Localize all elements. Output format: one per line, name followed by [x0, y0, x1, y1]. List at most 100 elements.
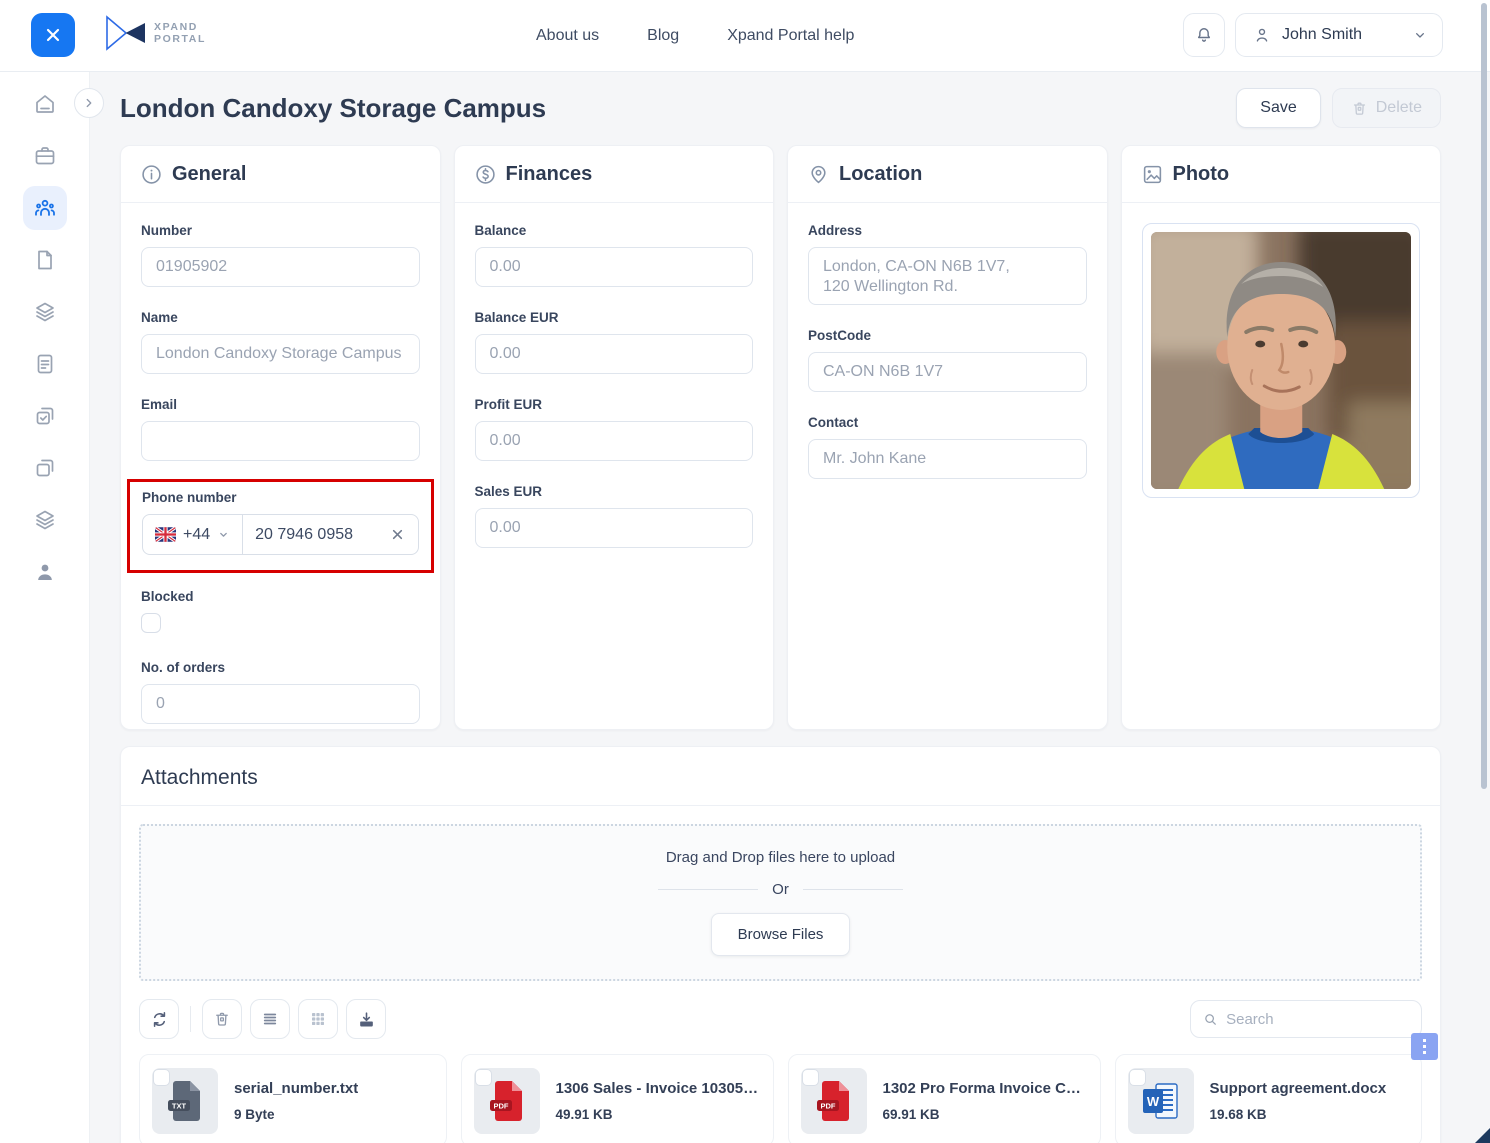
phone-number-field[interactable] — [243, 525, 385, 544]
sidebar-item-profile[interactable] — [23, 550, 67, 594]
general-panel: General Number Name Email — [120, 145, 441, 730]
topbar-right-controls: John Smith — [1183, 13, 1443, 57]
name-field[interactable] — [141, 334, 420, 374]
file-checkbox[interactable] — [801, 1068, 819, 1086]
file-card-txt[interactable]: TXT serial_number.txt 9 Byte — [139, 1054, 447, 1143]
drag-handle-kebab[interactable] — [1411, 1033, 1438, 1060]
nav-portal-help[interactable]: Xpand Portal help — [727, 27, 854, 45]
phone-input-group: +44 — [142, 514, 419, 555]
refresh-icon — [153, 1011, 165, 1027]
page-title: London Candoxy Storage Campus — [120, 92, 547, 123]
orders-field[interactable] — [141, 684, 420, 724]
file-checkbox[interactable] — [1128, 1068, 1146, 1086]
layers-icon — [35, 302, 54, 322]
svg-text:PDF: PDF — [820, 1101, 835, 1110]
bell-icon — [1197, 28, 1211, 42]
notifications-button[interactable] — [1183, 13, 1225, 57]
file-toolbar — [139, 999, 1422, 1039]
pdf-file-icon: PDF — [816, 1080, 849, 1121]
location-title: Location — [839, 162, 923, 185]
download-button[interactable] — [346, 999, 386, 1039]
file-checkbox[interactable] — [474, 1068, 492, 1086]
list-view-button[interactable] — [250, 999, 290, 1039]
title-row: London Candoxy Storage Campus Save Delet… — [120, 86, 1441, 130]
chevron-down-icon — [1416, 33, 1424, 38]
user-name: John Smith — [1282, 26, 1363, 43]
sidebar-item-document[interactable] — [23, 342, 67, 386]
file-dropzone[interactable]: Drag and Drop files here to upload Or Br… — [139, 824, 1422, 981]
content-area: London Candoxy Storage Campus Save Delet… — [90, 72, 1490, 1143]
email-label: Email — [141, 397, 178, 412]
sidebar-item-folders[interactable] — [23, 446, 67, 490]
profit-eur-field[interactable] — [474, 421, 753, 461]
svg-text:TXT: TXT — [172, 1101, 187, 1110]
search-input[interactable] — [1226, 1010, 1409, 1028]
save-button[interactable]: Save — [1236, 88, 1321, 128]
balance-eur-field[interactable] — [474, 334, 753, 374]
user-icon — [1256, 28, 1268, 42]
sidebar-expand-button[interactable] — [74, 88, 104, 118]
attachments-title: Attachments — [141, 766, 258, 789]
sales-eur-field[interactable] — [474, 508, 753, 548]
sidebar-item-briefcase[interactable] — [23, 134, 67, 178]
phone-highlight-box: Phone number +44 20 7946 0958 — [127, 479, 434, 573]
top-navigation: About us Blog Xpand Portal help — [536, 0, 854, 72]
file-card-pdf-2[interactable]: PDF 1302 Pro Forma Invoice CP0... 69.91 … — [787, 1054, 1101, 1143]
close-menu-button[interactable] — [31, 13, 75, 57]
svg-text:W: W — [1146, 1094, 1159, 1109]
browse-files-button[interactable]: Browse Files — [710, 913, 851, 956]
download-icon — [359, 1011, 373, 1027]
email-field[interactable] — [141, 421, 420, 461]
sidebar-item-stack[interactable] — [23, 498, 67, 542]
clear-phone-button[interactable] — [385, 526, 418, 543]
file-card-docx[interactable]: W Support agreement.docx 19.68 KB — [1114, 1054, 1422, 1143]
xpand-portal-logo[interactable]: XPAND PORTAL — [104, 14, 206, 52]
delete-button[interactable]: Delete — [1331, 88, 1441, 128]
file-size: 19.68 KB — [1209, 1106, 1267, 1122]
sidebar-item-customers[interactable] — [22, 186, 67, 230]
name-label: Name — [141, 310, 178, 325]
number-field[interactable] — [141, 247, 420, 287]
photo-title: Photo — [1172, 162, 1230, 185]
page-scrollbar[interactable] — [1481, 3, 1487, 789]
orders-label: No. of orders — [141, 660, 226, 675]
dollar-circle-icon — [475, 164, 495, 184]
file-name: 1302 Pro Forma Invoice CP0... — [882, 1079, 1088, 1097]
corner-widget — [1475, 1128, 1490, 1143]
file-checkbox[interactable] — [153, 1068, 170, 1086]
file-name: 1306 Sales - Invoice 103056 ... — [555, 1079, 761, 1097]
image-icon — [1143, 165, 1161, 183]
uk-flag-icon — [155, 527, 176, 542]
contact-field[interactable] — [808, 439, 1087, 479]
docx-file-icon: W — [1142, 1082, 1178, 1119]
nav-about-us[interactable]: About us — [536, 27, 599, 45]
photo-frame — [1141, 223, 1420, 498]
delete-files-button[interactable] — [202, 999, 242, 1039]
page-icon — [37, 250, 52, 270]
country-code-select[interactable]: +44 — [143, 515, 242, 554]
postcode-label: PostCode — [808, 328, 872, 343]
blocked-checkbox[interactable] — [141, 613, 161, 633]
file-name: Support agreement.docx — [1209, 1079, 1387, 1097]
postcode-field[interactable] — [808, 352, 1087, 392]
customer-photo[interactable] — [1150, 232, 1412, 489]
logo-text: XPAND PORTAL — [154, 21, 206, 45]
sidebar-item-layers[interactable] — [23, 290, 67, 334]
chevron-down-icon — [220, 532, 227, 537]
nav-blog[interactable]: Blog — [647, 27, 679, 45]
home-icon — [35, 95, 54, 113]
file-card-pdf-1[interactable]: PDF 1306 Sales - Invoice 103056 ... 49.9… — [460, 1054, 774, 1143]
txt-file-icon: TXT — [168, 1080, 200, 1121]
sidebar-item-page[interactable] — [23, 238, 67, 282]
user-menu[interactable]: John Smith — [1235, 13, 1443, 57]
balance-field[interactable] — [474, 247, 753, 287]
address-field[interactable]: London, CA-ON N6B 1V7, 120 Wellington Rd… — [808, 247, 1087, 305]
info-icon — [142, 164, 161, 184]
sales-eur-label: Sales EUR — [474, 484, 543, 499]
refresh-button[interactable] — [139, 999, 179, 1039]
sidebar — [0, 72, 90, 1143]
sidebar-item-home[interactable] — [23, 82, 67, 126]
blocked-label: Blocked — [141, 589, 194, 604]
sidebar-item-tasks[interactable] — [23, 394, 67, 438]
grid-view-button[interactable] — [298, 999, 338, 1039]
